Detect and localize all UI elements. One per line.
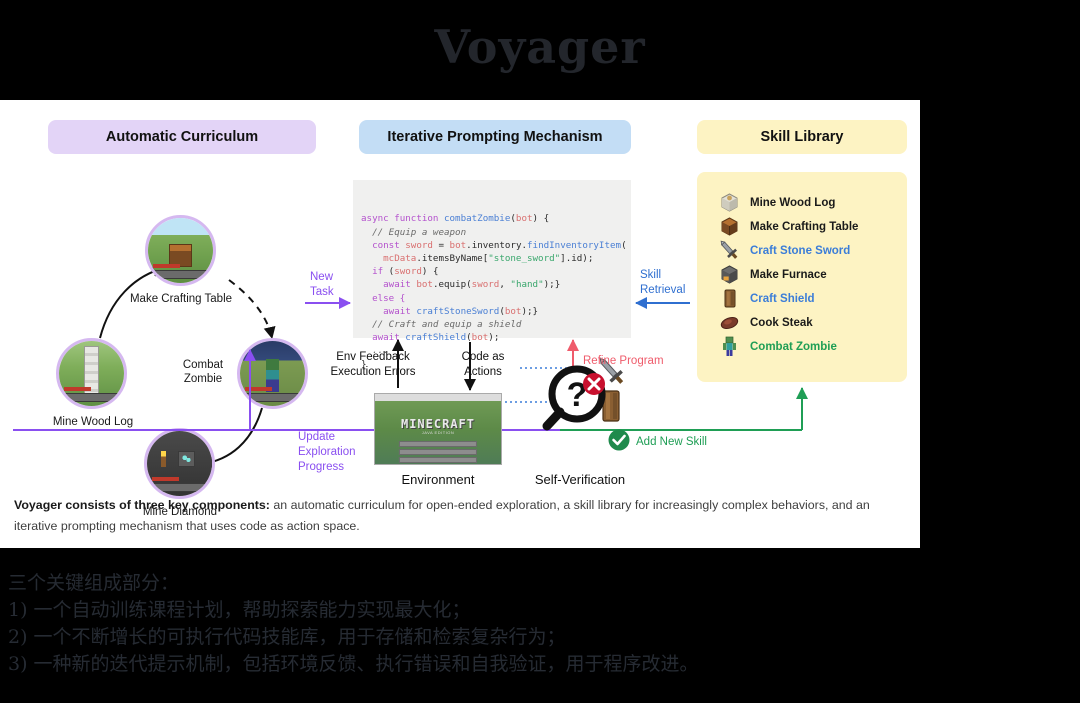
skill-item-label: Craft Shield xyxy=(750,292,815,305)
skill-item-wood-log[interactable]: Mine Wood Log xyxy=(719,192,835,213)
figure-caption: Voyager consists of three key components… xyxy=(14,495,904,537)
flow-label-skill-retrieval: Skill Retrieval xyxy=(640,269,686,296)
env-menu-button-2[interactable] xyxy=(398,449,478,455)
env-window-titlebar xyxy=(375,394,501,401)
skill-item-stone-sword[interactable]: Craft Stone Sword xyxy=(719,240,850,261)
flow-label-update-exploration-progress: Update Exploration Progress xyxy=(298,431,356,473)
skill-item-crafting-table[interactable]: Make Crafting Table xyxy=(719,216,858,237)
title-bar: Voyager xyxy=(0,0,1080,92)
wood-log-icon xyxy=(719,192,740,213)
chinese-item-2: 2) 一个不断增长的可执行代码技能库，用于存储和检索复杂行为； xyxy=(8,626,566,648)
screenshot-root: Voyager Automatic Curriculum Iterative P… xyxy=(0,0,1080,703)
skill-item-shield[interactable]: Craft Shield xyxy=(719,288,815,309)
skill-item-label: Craft Stone Sword xyxy=(750,244,851,257)
label-self-verification: Self-Verification xyxy=(534,472,626,487)
env-scene: MINECRAFT JAVA EDITION xyxy=(375,401,501,464)
figure-panel: Automatic Curriculum Iterative Prompting… xyxy=(0,100,920,548)
skill-item-furnace[interactable]: Make Furnace xyxy=(719,264,827,285)
skill-item-label: Mine Wood Log xyxy=(750,196,836,209)
skill-item-label: Make Crafting Table xyxy=(750,220,859,233)
stone-sword-icon xyxy=(719,240,740,261)
env-menu-button-1[interactable] xyxy=(398,441,478,447)
label-environment: Environment xyxy=(401,472,475,487)
flow-label-code-as-actions: Code as Actions xyxy=(461,351,505,378)
page-title: Voyager xyxy=(434,20,646,74)
chinese-item-3: 3) 一种新的迭代提示机制，包括环境反馈、执行错误和自我验证，用于程序改进。 xyxy=(8,653,699,675)
chinese-heading: 三个关键组成部分： xyxy=(8,572,180,594)
flow-label-env-feedback: Env Feedback Execution Errors xyxy=(330,351,416,378)
minecraft-edition-label: JAVA EDITION xyxy=(421,430,455,435)
skill-item-label: Make Furnace xyxy=(750,268,827,281)
flow-label-add-new-skill: Add New Skill xyxy=(636,436,707,448)
flow-label-new-task: New Task xyxy=(310,271,334,298)
skill-item-steak[interactable]: Cook Steak xyxy=(719,312,813,333)
chinese-item-1: 1) 一个自动训练课程计划，帮助探索能力实现最大化； xyxy=(8,599,471,621)
steak-icon xyxy=(719,312,740,333)
zombie-icon xyxy=(719,336,740,357)
skill-item-label: Cook Steak xyxy=(750,316,813,329)
crafting-table-icon xyxy=(719,216,740,237)
skill-item-label: Combat Zombie xyxy=(750,340,837,353)
success-check-icon xyxy=(608,429,630,451)
skill-library-box: Mine Wood Log Make Crafting Table Craft St… xyxy=(697,172,907,382)
furnace-icon xyxy=(719,264,740,285)
caption-lead: Voyager consists of three key components… xyxy=(14,498,270,512)
environment-thumbnail[interactable]: MINECRAFT JAVA EDITION xyxy=(374,393,502,465)
env-menu-button-3[interactable] xyxy=(398,457,478,463)
skill-item-zombie[interactable]: Combat Zombie xyxy=(719,336,837,357)
shield-icon xyxy=(719,288,740,309)
chinese-summary: 三个关键组成部分： 1) 一个自动训练课程计划，帮助探索能力实现最大化； 2) … xyxy=(8,570,1068,678)
error-cross-icon xyxy=(583,373,605,395)
minecraft-logo: MINECRAFT xyxy=(400,417,476,431)
